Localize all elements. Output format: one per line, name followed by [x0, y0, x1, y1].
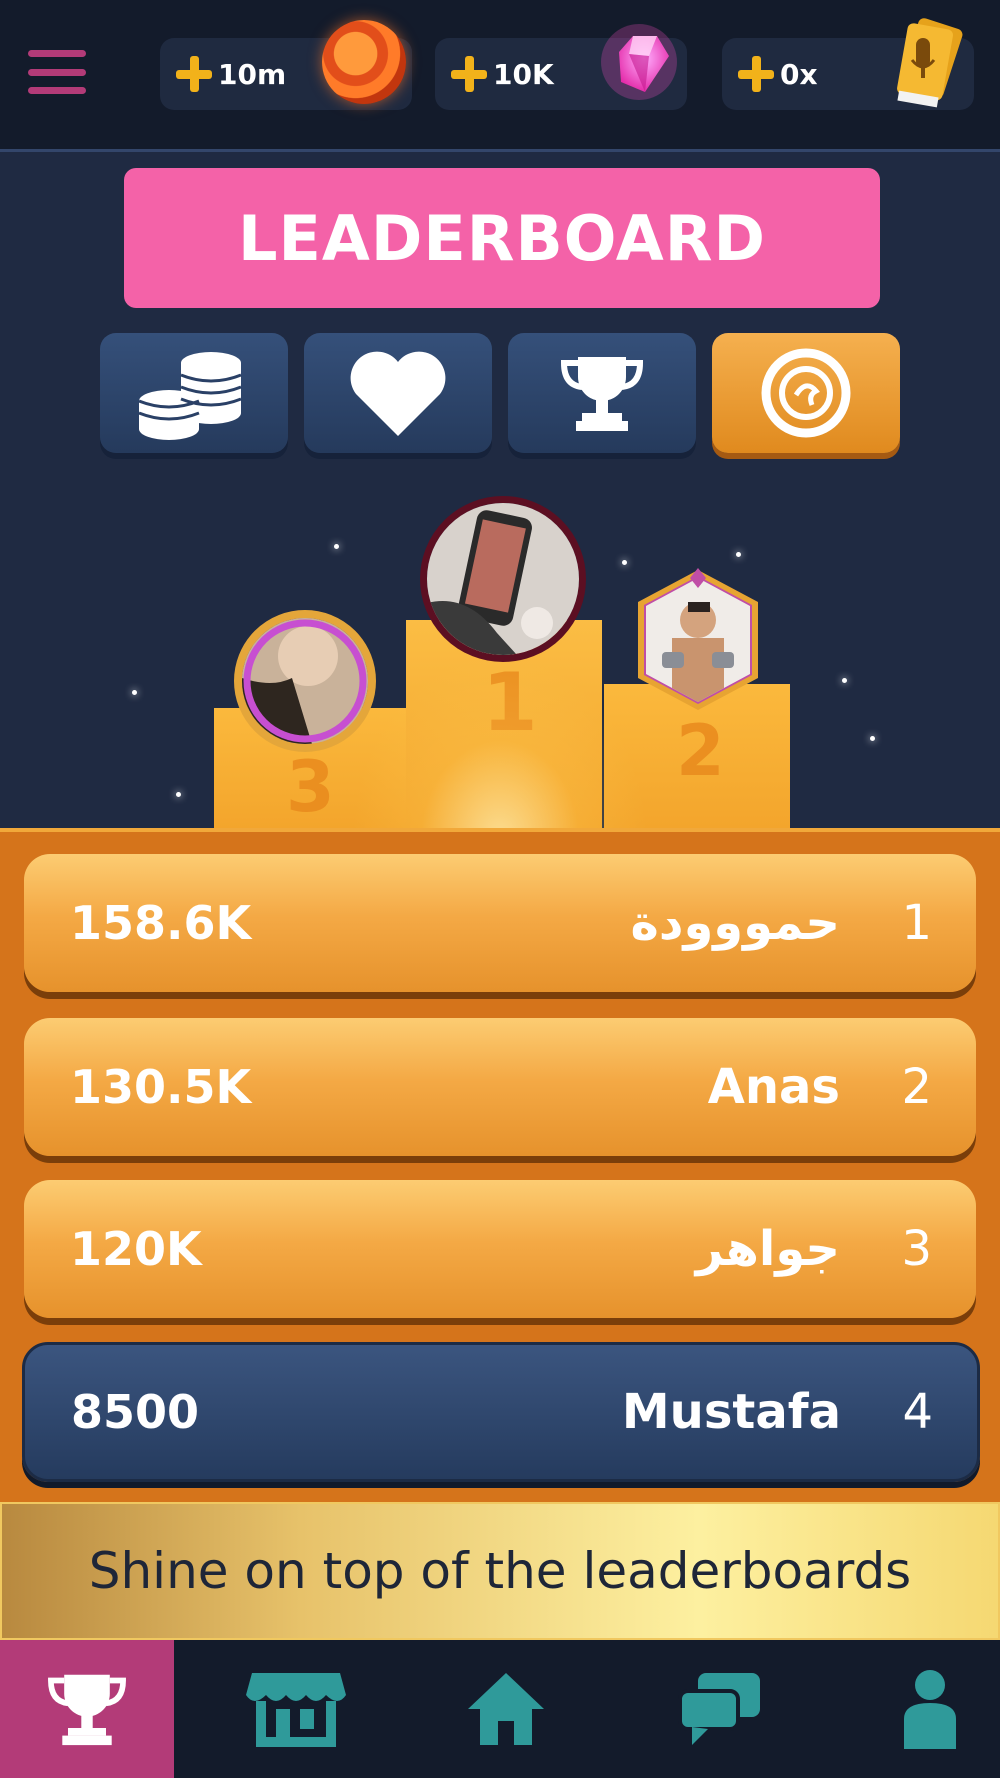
sparkle	[842, 678, 847, 683]
gems-balance-pill[interactable]: 10K	[435, 24, 687, 110]
first-place-avatar[interactable]	[420, 496, 586, 662]
menu-line	[28, 87, 86, 94]
tickets-balance-pill[interactable]: 0x	[722, 18, 974, 110]
sparkle	[176, 792, 181, 797]
my-player-name: Mustafa	[621, 1384, 841, 1440]
my-score: 8500	[71, 1385, 200, 1439]
add-gems-icon[interactable]	[451, 56, 487, 92]
sparkle	[132, 690, 137, 695]
nav-leaderboard[interactable]	[0, 1640, 174, 1778]
menu-line	[28, 50, 86, 57]
trophy-icon	[48, 1674, 126, 1746]
add-tickets-icon[interactable]	[738, 56, 774, 92]
my-position: 4	[902, 1384, 933, 1440]
tab-trophies[interactable]	[508, 333, 696, 453]
chat-icon	[678, 1673, 760, 1745]
microphone-ticket-icon	[897, 18, 963, 108]
trophy-icon	[560, 357, 644, 431]
top-currency-bar: 10m 10K 0x	[0, 0, 1000, 152]
bottom-navigation	[0, 1640, 1000, 1778]
row-score: 158.6K	[70, 896, 252, 950]
add-coins-icon[interactable]	[176, 56, 212, 92]
nav-profile[interactable]	[830, 1640, 1000, 1778]
row-position: 3	[901, 1221, 932, 1277]
coins-stack-icon	[139, 352, 242, 440]
leaderboard-tabs	[100, 333, 902, 458]
coin-emblem-icon	[761, 348, 851, 438]
third-place-avatar[interactable]	[234, 610, 376, 752]
sparkle	[622, 560, 627, 565]
row-player-name: جواهر	[695, 1221, 840, 1277]
coin-icon	[322, 20, 406, 104]
row-position: 1	[901, 895, 932, 951]
gems-amount: 10K	[493, 57, 554, 91]
nav-store[interactable]	[196, 1640, 396, 1778]
heart-icon	[350, 351, 446, 436]
nav-chat[interactable]	[620, 1640, 820, 1778]
avatar-photo	[427, 503, 579, 655]
leaderboard-row[interactable]: 130.5K Anas 2	[24, 1018, 976, 1156]
sparkle	[870, 736, 875, 741]
second-place-avatar[interactable]	[632, 568, 764, 712]
sparkle	[736, 552, 741, 557]
leaderboard-list: 158.6K حمووودة 1 130.5K Anas 2 120K جواه…	[0, 828, 1000, 1506]
store-icon	[246, 1673, 346, 1747]
my-rank-row[interactable]: 8500 Mustafa 4	[22, 1342, 980, 1482]
tab-coins[interactable]	[100, 333, 288, 453]
leaderboard-row[interactable]: 158.6K حمووودة 1	[24, 854, 976, 992]
menu-line	[28, 68, 86, 76]
coins-amount: 10m	[218, 57, 287, 91]
podium: 3 2 1	[0, 470, 1000, 840]
profile-icon	[904, 1670, 956, 1749]
coins-balance-pill[interactable]: 10m	[160, 20, 412, 110]
podium-third-number: 3	[286, 746, 335, 828]
podium-light-rays	[340, 640, 660, 840]
nav-home[interactable]	[406, 1640, 606, 1778]
tab-gold-coins[interactable]	[712, 333, 900, 453]
row-position: 2	[901, 1059, 932, 1115]
gem-icon	[601, 24, 677, 100]
home-icon	[468, 1673, 544, 1745]
tab-likes[interactable]	[304, 333, 492, 453]
podium-second-number: 2	[676, 710, 725, 792]
avatar-photo	[242, 618, 368, 744]
promo-banner: Shine on top of the leaderboards	[0, 1502, 1000, 1640]
sparkle	[334, 544, 339, 549]
row-score: 130.5K	[70, 1060, 252, 1114]
row-score: 120K	[70, 1222, 202, 1276]
row-player-name: Anas	[707, 1059, 840, 1115]
leaderboard-row[interactable]: 120K جواهر 3	[24, 1180, 976, 1318]
leaderboard-title: LEADERBOARD	[124, 168, 880, 308]
hamburger-menu-icon[interactable]	[28, 50, 86, 94]
tickets-amount: 0x	[780, 57, 818, 91]
row-player-name: حمووودة	[630, 895, 840, 951]
